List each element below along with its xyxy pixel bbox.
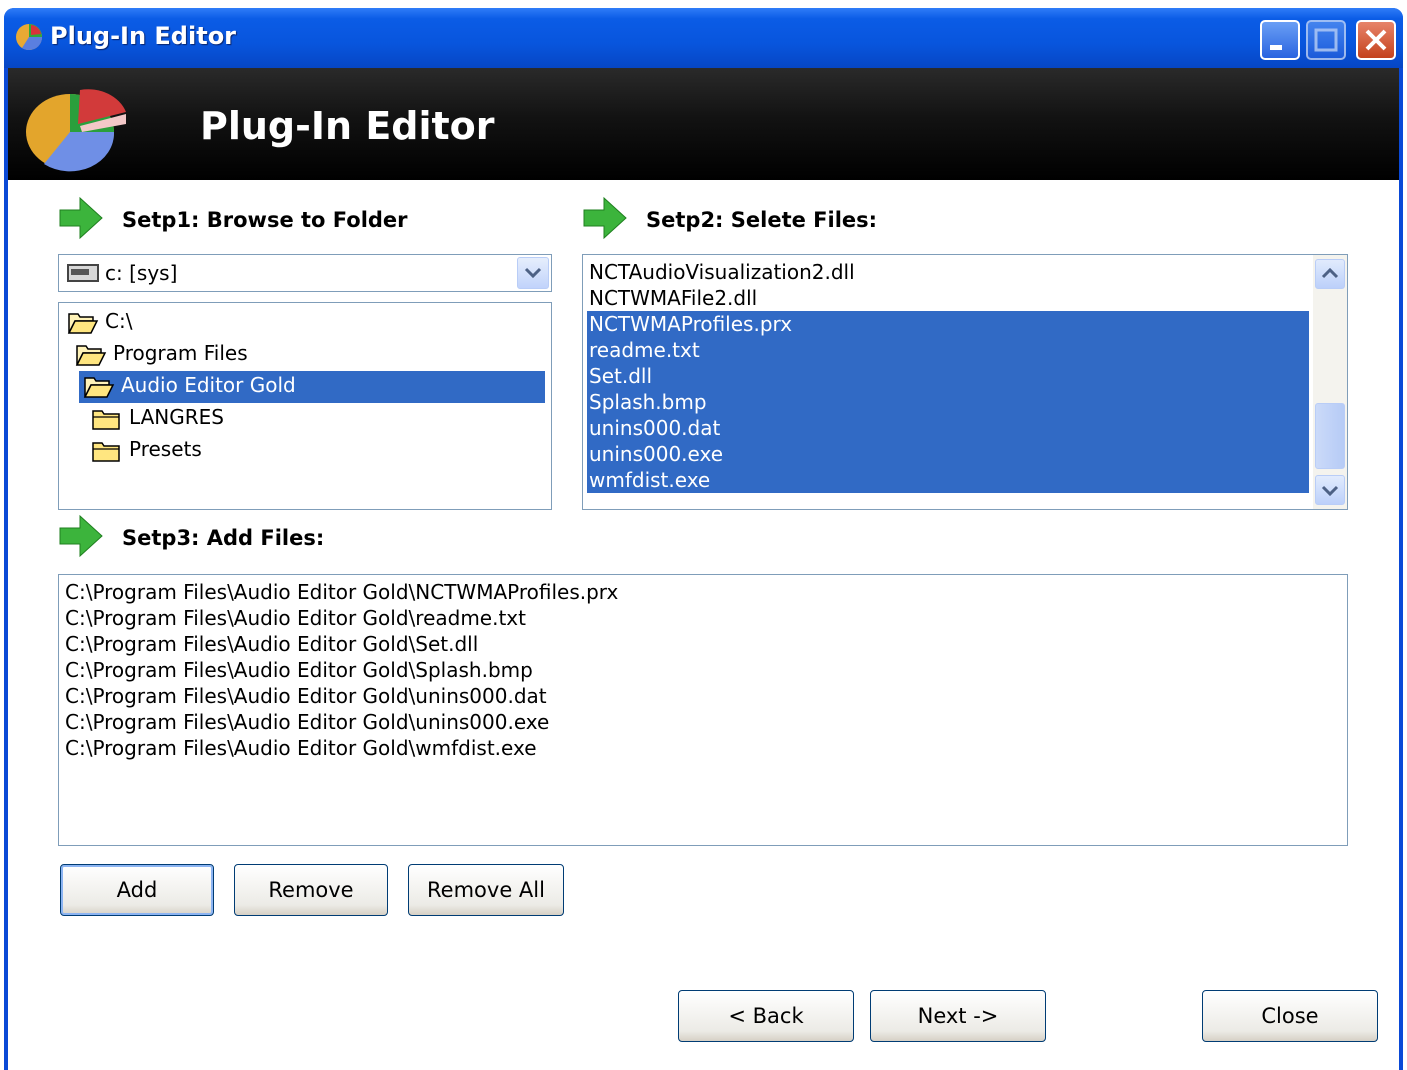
added-file-item[interactable]: C:\Program Files\Audio Editor Gold\readm… [65, 605, 526, 631]
folder-tree[interactable]: C:\ Program Files Audio Editor Gold LANGRES… [58, 302, 552, 510]
window-title: Plug-In Editor [50, 22, 237, 50]
close-icon [1365, 29, 1387, 51]
file-list-item[interactable]: unins000.exe [587, 441, 1309, 467]
add-button[interactable]: Add [60, 864, 214, 916]
tree-item-label: LANGRES [129, 405, 224, 429]
file-list-item[interactable]: Splash.bmp [587, 389, 1309, 415]
added-file-item[interactable]: C:\Program Files\Audio Editor Gold\Set.d… [65, 631, 478, 657]
file-list[interactable]: wmfdist.exe unins000.exe unins000.dat Splas… [582, 254, 1348, 510]
green-arrow-icon [59, 196, 103, 240]
folder-icon [92, 442, 120, 462]
file-list-item[interactable]: unins000.dat [587, 415, 1309, 441]
close-window-button[interactable] [1356, 20, 1396, 60]
open-folder-icon [67, 313, 99, 334]
close-button[interactable]: Close [1202, 990, 1378, 1042]
file-list-item[interactable]: Set.dll [587, 363, 1309, 389]
tree-item-label: C:\ [105, 309, 133, 333]
added-file-item[interactable]: C:\Program Files\Audio Editor Gold\unins… [65, 709, 549, 735]
remove-all-button[interactable]: Remove All [408, 864, 564, 916]
drive-select[interactable]: c: [sys] [58, 254, 552, 292]
maximize-button[interactable] [1306, 20, 1346, 60]
step3-label: Setp3: Add Files: [122, 526, 325, 550]
step2-label: Setp2: Selete Files: [646, 208, 878, 232]
title-bar[interactable]: Plug-In Editor [4, 8, 1403, 68]
file-list-item[interactable]: NCTWMAProfiles.prx [587, 311, 1309, 337]
added-file-item[interactable]: C:\Program Files\Audio Editor Gold\NCTWM… [65, 579, 618, 605]
folder-icon [92, 410, 120, 430]
scroll-up-button[interactable] [1315, 259, 1345, 289]
open-folder-icon [75, 345, 107, 366]
maximize-icon [1314, 28, 1338, 52]
tree-item[interactable]: Audio Editor Gold [79, 371, 545, 403]
banner: Plug-In Editor [8, 68, 1399, 180]
next-button[interactable]: Next -> [870, 990, 1046, 1042]
minimize-icon [1270, 45, 1282, 50]
added-files-list[interactable]: C:\Program Files\Audio Editor Gold\NCTWM… [58, 574, 1348, 846]
drive-icon [67, 264, 99, 282]
added-file-item[interactable]: C:\Program Files\Audio Editor Gold\unins… [65, 683, 547, 709]
green-arrow-icon [583, 196, 627, 240]
minimize-button[interactable] [1260, 20, 1300, 60]
scroll-down-button[interactable] [1315, 475, 1345, 505]
step1-label: Setp1: Browse to Folder [122, 208, 408, 232]
green-arrow-icon [59, 514, 103, 558]
drive-value: c: [sys] [105, 261, 178, 285]
pie-chart-logo [26, 89, 126, 172]
drive-dropdown-button[interactable] [517, 257, 549, 289]
tree-item-label: Program Files [113, 341, 248, 365]
back-button[interactable]: < Back [678, 990, 854, 1042]
banner-heading: Plug-In Editor [200, 104, 495, 148]
file-list-scrollbar[interactable] [1313, 255, 1347, 509]
remove-button[interactable]: Remove [234, 864, 388, 916]
file-list-item[interactable]: wmfdist.exe [587, 467, 1309, 493]
scroll-thumb[interactable] [1315, 403, 1345, 469]
added-file-item[interactable]: C:\Program Files\Audio Editor Gold\Splas… [65, 657, 533, 683]
chevron-down-icon [524, 267, 542, 279]
chevron-down-icon [1321, 485, 1339, 497]
file-list-item[interactable]: NCTAudioVisualization2.dll [587, 259, 1309, 285]
pie-chart-icon [16, 24, 43, 51]
open-folder-icon [83, 377, 115, 398]
client-area: Plug-In Editor Setp1: Browse to Folder c… [8, 68, 1399, 1070]
file-list-item[interactable]: readme.txt [587, 337, 1309, 363]
file-list-item[interactable]: NCTWMAFile2.dll [587, 285, 1309, 311]
added-file-item[interactable]: C:\Program Files\Audio Editor Gold\wmfdi… [65, 735, 537, 761]
plug-in-editor-window: Plug-In Editor Plug-In Editor Setp1: Bro [4, 8, 1403, 1070]
tree-item-label: Audio Editor Gold [121, 373, 296, 397]
chevron-up-icon [1321, 267, 1339, 279]
tree-item-label: Presets [129, 437, 202, 461]
